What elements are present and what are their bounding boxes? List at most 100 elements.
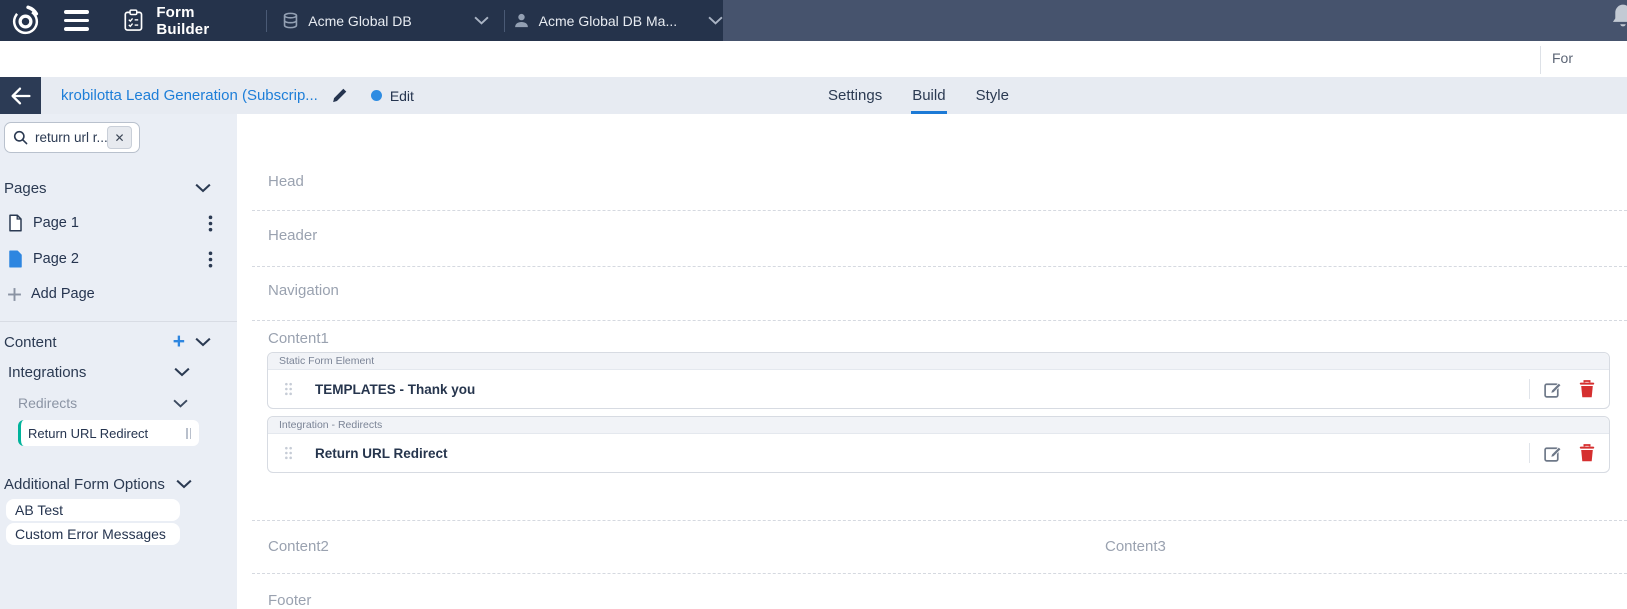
- database-selector-label: Acme Global DB: [308, 13, 411, 29]
- form-builder-icon: [123, 9, 144, 32]
- additional-options-section-header[interactable]: Additional Form Options: [0, 473, 237, 495]
- form-element-card[interactable]: Static Form Element TEMPLATES - Thank yo…: [267, 352, 1610, 409]
- content-section-header[interactable]: Content +: [0, 331, 237, 353]
- canvas-section-head[interactable]: Head: [252, 114, 1627, 211]
- chevron-down-icon[interactable]: [195, 183, 211, 193]
- plus-icon: [7, 287, 22, 302]
- form-title-link[interactable]: krobilotta Lead Generation (Subscrip...: [61, 87, 318, 104]
- form-element-type-strip: Integration - Redirects: [268, 417, 1609, 434]
- form-header-bar: krobilotta Lead Generation (Subscrip... …: [0, 77, 1627, 114]
- secondary-bar-divider: [1540, 46, 1541, 74]
- pages-section-header[interactable]: Pages: [0, 177, 237, 199]
- canvas-section-navigation[interactable]: Navigation: [252, 267, 1627, 321]
- sidebar-item-page-1[interactable]: Page 1: [0, 211, 237, 235]
- navbar-divider: [266, 10, 267, 32]
- form-canvas: Head Header Navigation Content1 Static F…: [237, 114, 1627, 609]
- tab-settings[interactable]: Settings: [827, 77, 883, 114]
- edit-element-icon[interactable]: [1543, 380, 1562, 399]
- secondary-bar: For: [0, 41, 1627, 77]
- content-section-label: Content: [4, 334, 173, 351]
- form-element-type-label: Static Form Element: [279, 355, 374, 367]
- section-label: Head: [252, 173, 1627, 190]
- integrations-section-label: Integrations: [8, 364, 174, 381]
- chevron-down-icon[interactable]: [173, 399, 188, 408]
- form-element-type-strip: Static Form Element: [268, 353, 1609, 370]
- status-label: Edit: [390, 88, 414, 104]
- custom-error-messages-label: Custom Error Messages: [15, 526, 166, 542]
- redirects-label: Redirects: [18, 395, 173, 411]
- top-navbar: Form Builder Acme Global DB Acme Global …: [0, 0, 1627, 41]
- integrations-section-header[interactable]: Integrations: [0, 361, 237, 383]
- section-label: Navigation: [252, 282, 1627, 299]
- page-item-label: Page 1: [33, 215, 208, 231]
- search-clear-button[interactable]: ✕: [107, 126, 132, 149]
- pages-section-label: Pages: [4, 180, 195, 197]
- secondary-bar-right-label: For: [1552, 50, 1573, 66]
- database-icon: [282, 12, 299, 29]
- section-label: Content1: [252, 330, 1627, 347]
- canvas-section-content2[interactable]: Content2 Content3: [252, 521, 1627, 574]
- account-selector[interactable]: Acme Global DB Ma...: [513, 12, 723, 29]
- chevron-down-icon: [708, 16, 723, 25]
- card-controls-divider: [1529, 443, 1530, 463]
- additional-options-label: Additional Form Options: [4, 476, 176, 493]
- ab-test-label: AB Test: [15, 502, 63, 518]
- add-page-button[interactable]: Add Page: [0, 283, 237, 305]
- navbar-divider: [504, 10, 505, 32]
- drag-handle-dots-icon[interactable]: [284, 382, 293, 396]
- database-selector[interactable]: Acme Global DB: [282, 12, 488, 29]
- sidebar-item-custom-error-messages[interactable]: Custom Error Messages: [6, 523, 180, 545]
- tab-style[interactable]: Style: [975, 77, 1010, 114]
- sidebar-divider: [0, 321, 237, 322]
- main-menu-icon[interactable]: [64, 6, 94, 36]
- back-button[interactable]: [0, 77, 41, 114]
- back-arrow-icon: [10, 87, 31, 105]
- form-element-title: TEMPLATES - Thank you: [315, 382, 1529, 397]
- app-title: Form Builder: [156, 4, 251, 38]
- chevron-down-icon[interactable]: [176, 479, 192, 489]
- card-controls-divider: [1529, 379, 1530, 399]
- section-label: Header: [252, 227, 1627, 244]
- kebab-menu-icon[interactable]: [208, 215, 213, 232]
- form-element-title: Return URL Redirect: [315, 446, 1529, 461]
- canvas-section-footer[interactable]: Footer: [252, 574, 1627, 609]
- form-element-card[interactable]: Integration - Redirects Return URL Redir…: [267, 416, 1610, 473]
- sidebar-item-return-url-redirect[interactable]: Return URL Redirect: [18, 420, 199, 446]
- page-item-label: Page 2: [33, 251, 208, 267]
- acton-logo[interactable]: [9, 4, 43, 38]
- add-content-icon[interactable]: +: [173, 332, 185, 352]
- drag-handle-icon[interactable]: [186, 428, 191, 439]
- canvas-section-header[interactable]: Header: [252, 211, 1627, 267]
- search-icon: [13, 130, 28, 145]
- search-input[interactable]: [35, 130, 107, 145]
- sidebar-search-box: ✕: [4, 122, 140, 153]
- account-selector-label: Acme Global DB Ma...: [539, 13, 678, 29]
- redirects-subsection-header[interactable]: Redirects: [0, 393, 237, 413]
- kebab-menu-icon[interactable]: [208, 251, 213, 268]
- chevron-down-icon: [474, 16, 489, 25]
- edit-element-icon[interactable]: [1543, 444, 1562, 463]
- redirect-item-label: Return URL Redirect: [28, 426, 186, 441]
- form-element-type-label: Integration - Redirects: [279, 419, 382, 431]
- status-dot: [371, 90, 382, 101]
- delete-element-icon[interactable]: [1579, 444, 1595, 462]
- canvas-section-content1[interactable]: Content1 Static Form Element TEMPLATES -…: [252, 321, 1627, 521]
- page-filled-icon: [8, 250, 23, 268]
- user-icon: [513, 12, 530, 29]
- delete-element-icon[interactable]: [1579, 380, 1595, 398]
- sidebar-item-page-2[interactable]: Page 2: [0, 247, 237, 271]
- chevron-down-icon[interactable]: [174, 367, 190, 377]
- chevron-down-icon[interactable]: [195, 337, 211, 347]
- section-label: Content2: [252, 538, 1627, 555]
- tab-build[interactable]: Build: [911, 77, 946, 114]
- section-label-content3[interactable]: Content3: [1105, 538, 1166, 555]
- sidebar-item-ab-test[interactable]: AB Test: [6, 499, 180, 521]
- notifications-bell-icon[interactable]: [1609, 2, 1627, 32]
- drag-handle-dots-icon[interactable]: [284, 446, 293, 460]
- section-label: Footer: [252, 592, 1627, 609]
- builder-sidebar: ✕ Pages Page 1 Page 2 Add Page: [0, 114, 237, 609]
- form-tabs: Settings Build Style: [827, 77, 1010, 114]
- top-navbar-left: Form Builder Acme Global DB Acme Global …: [0, 0, 723, 41]
- edit-title-pencil-icon[interactable]: [331, 87, 348, 104]
- acton-logo-icon: [9, 4, 42, 37]
